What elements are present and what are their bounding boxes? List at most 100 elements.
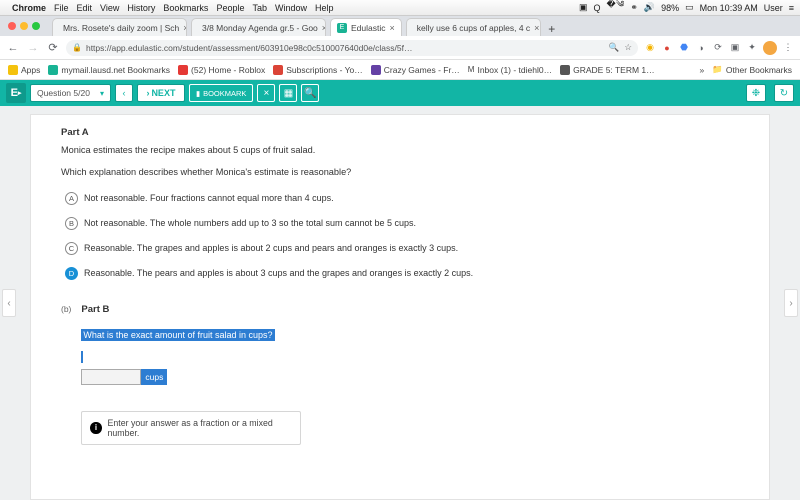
- ext-icon[interactable]: ⟳: [712, 42, 724, 54]
- clock[interactable]: Mon 10:39 AM: [700, 3, 758, 13]
- battery-icon[interactable]: ▭: [685, 2, 694, 13]
- answer-unit: cups: [141, 369, 167, 385]
- edulastic-toolbar: E▸ Question 5/20▾ ‹ ›NEXT ▮BOOKMARK × ▦ …: [0, 80, 800, 106]
- option-d[interactable]: D Reasonable. The pears and apples is abo…: [65, 267, 739, 280]
- text-cursor: [81, 351, 83, 363]
- spotlight-icon[interactable]: Q: [594, 3, 601, 13]
- tab-title: 3/8 Monday Agenda gr.5 - Goo: [202, 23, 318, 33]
- option-text: Reasonable. The pears and apples is abou…: [84, 268, 473, 278]
- question-selector[interactable]: Question 5/20▾: [30, 84, 111, 102]
- option-text: Not reasonable. Four fractions cannot eq…: [84, 193, 334, 203]
- volume-icon[interactable]: 🔊: [644, 2, 655, 13]
- next-page-caret[interactable]: ›: [784, 289, 798, 317]
- back-button[interactable]: ←: [6, 42, 20, 54]
- favicon-e: E: [337, 23, 347, 33]
- tab-0[interactable]: SMrs. Rosete's daily zoom | Sch×: [52, 18, 187, 36]
- bookmark-overflow[interactable]: »: [700, 65, 705, 75]
- tab-3[interactable]: ▸kelly use 6 cups of apples, 4 c×: [406, 18, 541, 36]
- answer-row: cups: [81, 369, 739, 385]
- bookmark-item[interactable]: (52) Home - Roblox: [178, 65, 265, 75]
- option-text: Not reasonable. The whole numbers add up…: [84, 218, 416, 228]
- prev-button[interactable]: ‹: [115, 84, 133, 102]
- tab-title: kelly use 6 cups of apples, 4 c: [417, 23, 530, 33]
- chrome-toolbar: ← → ⟳ 🔒 https://app.edulastic.com/studen…: [0, 36, 800, 60]
- control-center-icon[interactable]: ▣: [579, 2, 588, 13]
- bookmark-button[interactable]: ▮BOOKMARK: [189, 84, 253, 102]
- next-button[interactable]: ›NEXT: [137, 84, 185, 102]
- tab-2[interactable]: E Edulastic ×: [330, 18, 402, 36]
- ext-icon[interactable]: ⬣: [678, 42, 690, 54]
- option-bubble[interactable]: B: [65, 217, 78, 230]
- option-a[interactable]: A Not reasonable. Four fractions cannot e…: [65, 192, 739, 205]
- avatar-icon[interactable]: [763, 41, 777, 55]
- tab-title: Edulastic: [351, 23, 386, 33]
- ext-icon[interactable]: ●: [661, 42, 673, 54]
- bluetooth-icon[interactable]: ⚭: [630, 2, 638, 13]
- option-text: Reasonable. The grapes and apples is abo…: [84, 243, 458, 253]
- calculator-button[interactable]: ▦: [279, 84, 297, 102]
- kebab-icon[interactable]: ⋮: [782, 42, 794, 54]
- bookmark-item[interactable]: Crazy Games - Fr…: [371, 65, 460, 75]
- other-bookmarks[interactable]: 📁Other Bookmarks: [712, 64, 792, 75]
- forward-button[interactable]: →: [26, 42, 40, 54]
- close-icon[interactable]: ×: [183, 23, 187, 33]
- ext-icon[interactable]: ◉: [644, 42, 656, 54]
- question-line: Monica estimates the recipe makes about …: [61, 144, 739, 158]
- apps-shortcut[interactable]: Apps: [8, 65, 40, 75]
- zoom-icon[interactable]: 🔍: [609, 42, 620, 53]
- url-text: https://app.edulastic.com/student/assess…: [86, 43, 413, 53]
- user-label[interactable]: User: [764, 3, 783, 13]
- tab-1[interactable]: ▤3/8 Monday Agenda gr.5 - Goo×: [191, 18, 326, 36]
- bookmark-item[interactable]: Subscriptions - Yo…: [273, 65, 363, 75]
- option-c[interactable]: C Reasonable. The grapes and apples is ab…: [65, 242, 739, 255]
- mac-menu-items[interactable]: FileEditViewHistoryBookmarksPeopleTabWin…: [54, 3, 342, 13]
- answer-options: A Not reasonable. Four fractions cannot e…: [65, 192, 739, 280]
- hint-text: Enter your answer as a fraction or a mix…: [108, 418, 293, 438]
- window-controls[interactable]: [8, 22, 40, 30]
- battery-percent: 98%: [661, 3, 679, 13]
- address-bar[interactable]: 🔒 https://app.edulastic.com/student/asse…: [66, 40, 638, 56]
- answer-input[interactable]: [81, 369, 141, 385]
- mac-menu-bar: Chrome FileEditViewHistoryBookmarksPeopl…: [0, 0, 800, 16]
- close-icon[interactable]: ×: [534, 23, 539, 33]
- ext-icon[interactable]: ◑: [695, 42, 707, 54]
- option-bubble[interactable]: A: [65, 192, 78, 205]
- lock-icon: 🔒: [72, 43, 82, 52]
- zoom-tool-button[interactable]: 🔍: [301, 84, 319, 102]
- cast-icon[interactable]: ▣: [729, 42, 741, 54]
- prev-page-caret[interactable]: ‹: [2, 289, 16, 317]
- option-b[interactable]: B Not reasonable. The whole numbers add u…: [65, 217, 739, 230]
- close-tool-button[interactable]: ×: [257, 84, 275, 102]
- part-b-question: What is the exact amount of fruit salad …: [81, 329, 274, 341]
- extensions-icon[interactable]: ✦: [746, 42, 758, 54]
- hint-box: i Enter your answer as a fraction or a m…: [81, 411, 301, 445]
- bookmark-item[interactable]: MInbox (1) - tdiehl0…: [468, 65, 552, 75]
- bookmark-icon: ▮: [196, 89, 200, 98]
- bookmark-item[interactable]: GRADE 5: TERM 1…: [560, 65, 655, 75]
- bookmark-item[interactable]: mymail.lausd.net Bookmarks: [48, 65, 170, 75]
- mac-app-name[interactable]: Chrome: [12, 3, 46, 13]
- bookmarks-bar: Apps mymail.lausd.net Bookmarks (52) Hom…: [0, 60, 800, 80]
- tab-title: Mrs. Rosete's daily zoom | Sch: [63, 23, 179, 33]
- part-a-title: Part A: [61, 127, 739, 138]
- reload-button[interactable]: ⟳: [46, 41, 60, 54]
- content-stage: ‹ › Part A Monica estimates the recipe m…: [0, 106, 800, 500]
- chevron-down-icon: ▾: [100, 89, 104, 98]
- star-icon[interactable]: ☆: [624, 42, 632, 53]
- extensions: ◉ ● ⬣ ◑ ⟳ ▣ ✦ ⋮: [644, 41, 794, 55]
- question-panel: Part A Monica estimates the recipe makes…: [30, 114, 770, 500]
- close-icon[interactable]: ×: [390, 23, 395, 33]
- close-icon[interactable]: ×: [322, 23, 326, 33]
- new-tab-button[interactable]: +: [545, 22, 559, 36]
- info-icon: i: [90, 422, 101, 434]
- option-bubble[interactable]: D: [65, 267, 78, 280]
- help-button[interactable]: ❉: [746, 84, 766, 102]
- app-logo[interactable]: E▸: [6, 83, 26, 103]
- question-line: Which explanation describes whether Moni…: [61, 166, 739, 180]
- part-b-marker: (b): [61, 304, 71, 314]
- wifi-icon[interactable]: �༄: [607, 0, 625, 20]
- refresh-button[interactable]: ↻: [774, 84, 794, 102]
- part-b-title: Part B: [81, 304, 739, 315]
- menu-extra-icon[interactable]: ≡: [789, 3, 794, 13]
- option-bubble[interactable]: C: [65, 242, 78, 255]
